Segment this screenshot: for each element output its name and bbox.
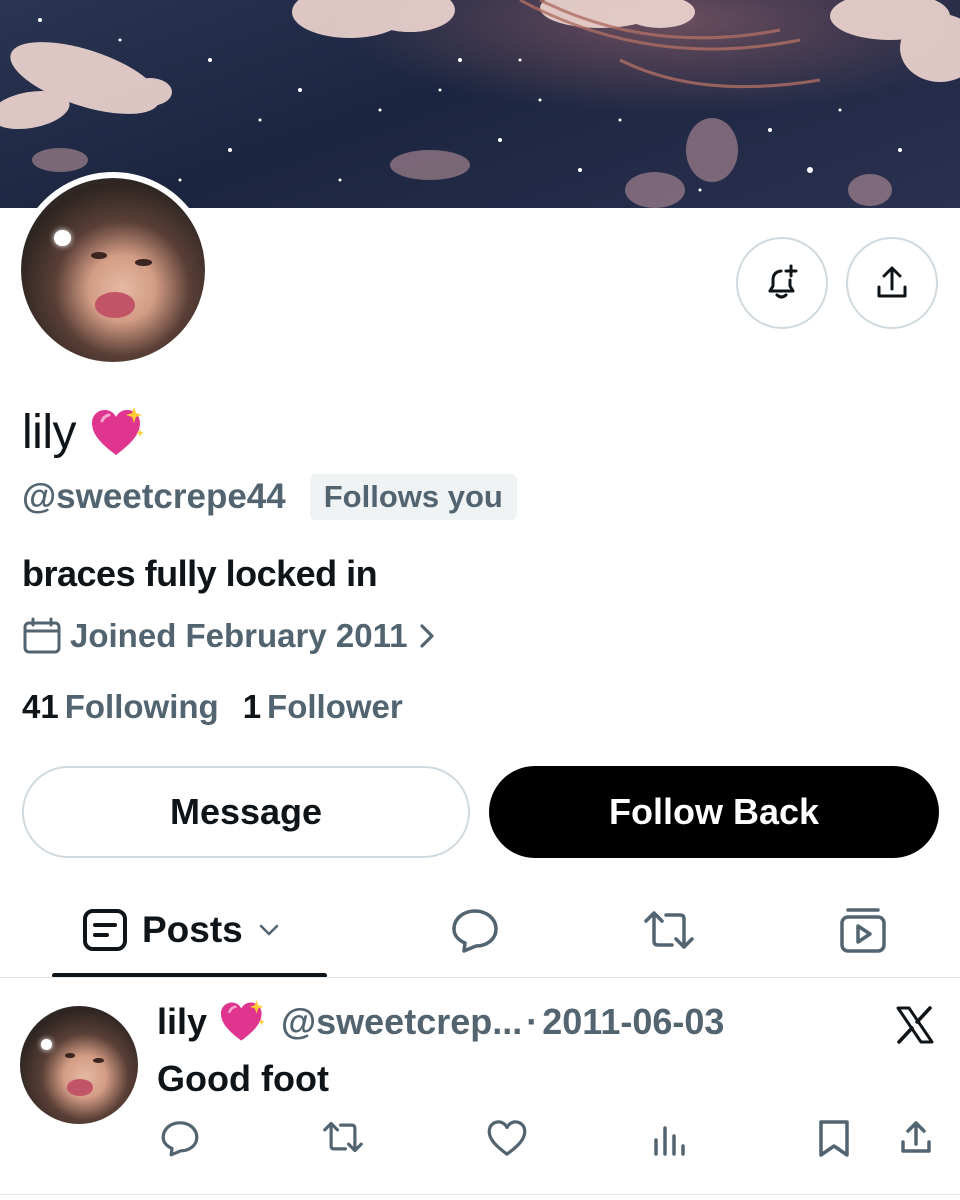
display-name-text: lily: [22, 406, 77, 459]
post-header: lily @sweetcrep... · 2011-06-03: [157, 1000, 724, 1044]
chevron-down-icon: [259, 924, 279, 936]
profile-page: lily @sweetcrepe44 Follows you braces fu…: [0, 0, 960, 1200]
display-name: lily: [22, 405, 146, 460]
like-icon: [487, 1120, 527, 1156]
post-author-handle[interactable]: @sweetcrep...: [281, 1001, 522, 1043]
bookmark-icon: [819, 1120, 849, 1157]
sparkling-heart-icon: [92, 406, 144, 455]
followers-label: Follower: [267, 688, 403, 725]
media-icon: [840, 908, 886, 953]
follow-back-button[interactable]: Follow Back: [489, 766, 939, 858]
tab-media[interactable]: [838, 890, 888, 970]
post-bookmark-button[interactable]: [816, 1118, 852, 1163]
views-icon: [654, 1126, 685, 1156]
following-label: Following: [64, 688, 219, 725]
x-logo-icon: [895, 1006, 935, 1049]
following-count: 41: [22, 688, 59, 725]
post-date[interactable]: 2011-06-03: [542, 1001, 724, 1043]
following-link[interactable]: 41 Following: [22, 688, 219, 726]
share-profile-button[interactable]: [846, 237, 938, 329]
share-icon: [877, 266, 907, 298]
tab-replies[interactable]: [450, 890, 500, 970]
message-button[interactable]: Message: [22, 766, 470, 858]
avatar-photo: [21, 178, 205, 362]
bell-plus-icon: [768, 264, 798, 299]
profile-tabs: Posts: [0, 890, 960, 980]
joined-text: Joined February 2011: [70, 617, 408, 654]
profile-handle: @sweetcrepe44: [22, 477, 286, 516]
follow-counts: 41 Following 1 Follower: [22, 688, 403, 726]
chevron-right-icon: [419, 624, 434, 648]
tab-posts[interactable]: Posts: [82, 890, 281, 970]
post-author-name[interactable]: lily: [157, 1001, 207, 1043]
post-reply-button[interactable]: [160, 1118, 200, 1163]
post-avatar-photo: [20, 1006, 138, 1124]
post-item[interactable]: lily @sweetcrep... · 2011-06-03 Good foo…: [0, 978, 960, 1200]
tab-posts-label: Posts: [142, 909, 243, 950]
reply-icon: [452, 909, 498, 953]
profile-avatar[interactable]: [15, 172, 211, 368]
post-text: Good foot: [157, 1058, 329, 1099]
profile-bio: braces fully locked in: [22, 553, 378, 594]
post-like-button[interactable]: [486, 1118, 528, 1163]
followers-link[interactable]: 1 Follower: [243, 688, 403, 726]
follows-you-badge: Follows you: [309, 474, 517, 520]
sparkling-heart-icon: [221, 1000, 266, 1041]
post-divider: [0, 1194, 960, 1195]
tab-reposts[interactable]: [640, 890, 698, 970]
repost-icon: [323, 1121, 363, 1153]
post-separator: ·: [526, 1001, 539, 1042]
share-icon: [901, 1121, 931, 1153]
post-avatar[interactable]: [20, 1006, 138, 1124]
handle-row: @sweetcrepe44 Follows you: [22, 474, 517, 520]
post-repost-button[interactable]: [320, 1118, 366, 1161]
notifications-button[interactable]: [736, 237, 828, 329]
posts-icon: [83, 909, 127, 951]
reply-icon: [161, 1121, 199, 1157]
followers-count: 1: [242, 688, 262, 725]
joined-date[interactable]: Joined February 2011: [22, 617, 438, 655]
post-share-button[interactable]: [896, 1118, 936, 1163]
repost-icon: [644, 911, 694, 949]
post-views-button[interactable]: [652, 1118, 688, 1163]
calendar-icon: [23, 617, 61, 654]
